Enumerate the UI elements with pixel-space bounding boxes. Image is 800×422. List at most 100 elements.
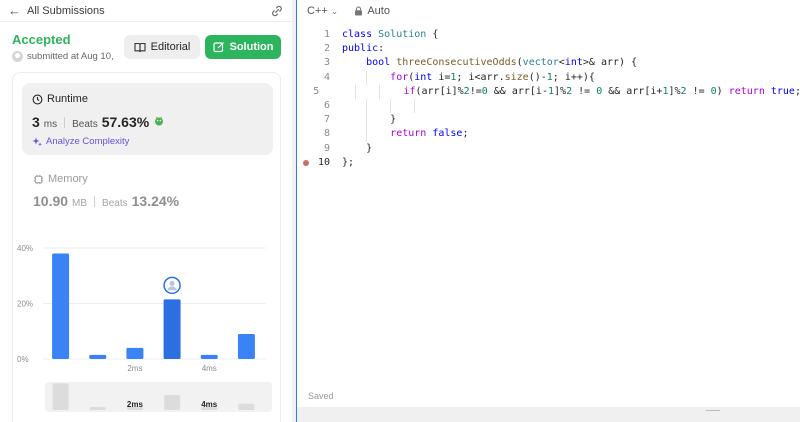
- line-number[interactable]: 9: [297, 142, 330, 156]
- runtime-box[interactable]: Runtime 3 ms Beats 57.63% Analyze Comple…: [22, 83, 273, 155]
- runtime-beats-label: Beats: [72, 119, 98, 130]
- solution-label: Solution: [229, 41, 274, 53]
- runtime-values: 3 ms Beats 57.63%: [32, 114, 165, 130]
- memory-chip-icon: [33, 174, 44, 184]
- user-avatar-head: [169, 280, 175, 286]
- runtime-unit: ms: [43, 119, 58, 130]
- line-number[interactable]: 3: [297, 56, 330, 70]
- editorial-button[interactable]: Editorial: [124, 35, 200, 59]
- runtime-value: 3: [32, 114, 40, 130]
- line-number[interactable]: 8: [297, 127, 330, 141]
- autosave-label: Auto: [367, 5, 390, 17]
- indent-guide: [366, 113, 368, 128]
- line-number[interactable]: 2: [297, 42, 330, 56]
- indent-guide: [366, 98, 368, 114]
- code-text: };: [342, 156, 355, 168]
- minimap-bar: [164, 394, 181, 410]
- edit-icon: [212, 42, 224, 53]
- indent-guide: [379, 84, 381, 99]
- resize-grip-icon[interactable]: [706, 410, 720, 411]
- y-tick-label: 20%: [17, 300, 33, 309]
- line-number[interactable]: 5: [297, 85, 319, 99]
- lock-icon: [355, 6, 363, 16]
- code-line[interactable]: 9 }: [297, 142, 800, 156]
- code-text: for(int i=1; i<arr.size()-1; i++){: [330, 70, 595, 85]
- code-area[interactable]: 1 class Solution {2 public: 3 bool threeCon…: [297, 28, 800, 170]
- indent-guide: [390, 98, 392, 114]
- code-line[interactable]: 5 if(arr[i]%2!=0 && arr[i-1]%2 != 0 && a…: [297, 84, 800, 99]
- code-text: }: [342, 142, 373, 154]
- runtime-label: Runtime: [32, 93, 88, 105]
- editor-toolbar: C++ ⌄ Auto: [297, 0, 800, 22]
- link-icon[interactable]: [270, 4, 284, 18]
- code-line[interactable]: 4 for(int i=1; i<arr.size()-1; i++){: [297, 70, 800, 85]
- indent-guide: [355, 84, 357, 99]
- line-number[interactable]: 7: [297, 113, 330, 127]
- code-line[interactable]: 1 class Solution {: [297, 28, 800, 42]
- chart-bar: [52, 253, 70, 359]
- code-line[interactable]: 7 }: [297, 113, 800, 128]
- code-text: }: [330, 113, 396, 128]
- line-number[interactable]: 1: [297, 28, 330, 42]
- code-editor-panel: C++ ⌄ Auto 1 class Solution {2 public: 3 bo…: [296, 0, 800, 422]
- memory-beats-label: Beats: [102, 198, 128, 209]
- indent-guide: [366, 70, 368, 85]
- memory-unit: MB: [72, 198, 88, 209]
- runtime-divider: [64, 116, 66, 128]
- chart-bar: [126, 347, 144, 359]
- breakpoint-dot-icon[interactable]: [303, 159, 309, 166]
- y-tick-label: 0%: [17, 355, 29, 364]
- line-number[interactable]: 6: [297, 99, 330, 113]
- code-line[interactable]: 6: [297, 98, 800, 114]
- editor-resize-bar[interactable]: [297, 407, 800, 422]
- submitted-info: submitted at Aug 10,: [12, 51, 114, 62]
- memory-divider: [94, 195, 96, 207]
- chart-bar: [237, 334, 255, 359]
- minimap-bar: [52, 383, 69, 410]
- chart-minimap: [45, 382, 272, 412]
- memory-beats-value: 13.24%: [131, 193, 180, 209]
- autosave-indicator[interactable]: Auto: [354, 5, 390, 17]
- back-arrow-icon[interactable]: ←: [8, 3, 21, 18]
- memory-values: 10.90 MB Beats 13.24%: [33, 193, 179, 209]
- language-label: C++: [307, 5, 328, 17]
- code-text: return false;: [330, 127, 468, 142]
- runtime-label-text: Runtime: [47, 93, 88, 105]
- chart-bar: [89, 354, 107, 359]
- code-line[interactable]: 2 public:: [297, 42, 800, 56]
- code-line[interactable]: 3 bool threeConsecutiveOdds(vector<int>&…: [297, 56, 800, 70]
- book-icon: [134, 42, 146, 52]
- y-tick-label: 40%: [17, 244, 33, 253]
- clock-icon: [32, 94, 43, 104]
- submitted-text: submitted at Aug 10,: [27, 51, 114, 62]
- code-text: [330, 98, 416, 114]
- sparkle-icon: [32, 137, 42, 146]
- x-tick-label: 2ms: [127, 364, 142, 373]
- runtime-beats-value: 57.63%: [101, 114, 150, 130]
- submission-topbar: ← All Submissions: [0, 0, 292, 22]
- analyze-complexity-link[interactable]: Analyze Complexity: [32, 136, 129, 147]
- minimap-label: 2ms: [127, 400, 144, 409]
- submission-header: Accepted submitted at Aug 10, Editorial …: [0, 22, 292, 64]
- minimap-label: 4ms: [201, 400, 218, 409]
- chevron-down-icon: ⌄: [330, 5, 339, 16]
- analyze-complexity-text: Analyze Complexity: [46, 136, 130, 147]
- line-number[interactable]: 4: [297, 71, 330, 85]
- minimap-bar: [89, 407, 106, 410]
- all-submissions-link[interactable]: All Submissions: [27, 5, 270, 17]
- editorial-label: Editorial: [150, 41, 191, 53]
- code-line[interactable]: 8 return false;: [297, 127, 800, 142]
- code-text: bool threeConsecutiveOdds(vector<int>& a…: [366, 57, 638, 69]
- memory-label-text: Memory: [48, 173, 88, 185]
- line-number[interactable]: 10: [297, 156, 330, 170]
- party-icon: [155, 116, 164, 126]
- indent-guide: [414, 98, 416, 114]
- chart-bar: [163, 299, 181, 359]
- avatar: [12, 51, 23, 62]
- solution-button[interactable]: Solution: [205, 35, 281, 59]
- language-select[interactable]: C++ ⌄: [307, 5, 338, 17]
- runtime-distribution-chart[interactable]: 40% 20% 0% 2ms 4ms 2ms 4ms: [13, 233, 282, 422]
- code-line[interactable]: 10};: [297, 156, 800, 170]
- status-accepted: Accepted: [12, 32, 71, 47]
- memory-label[interactable]: Memory: [33, 173, 88, 185]
